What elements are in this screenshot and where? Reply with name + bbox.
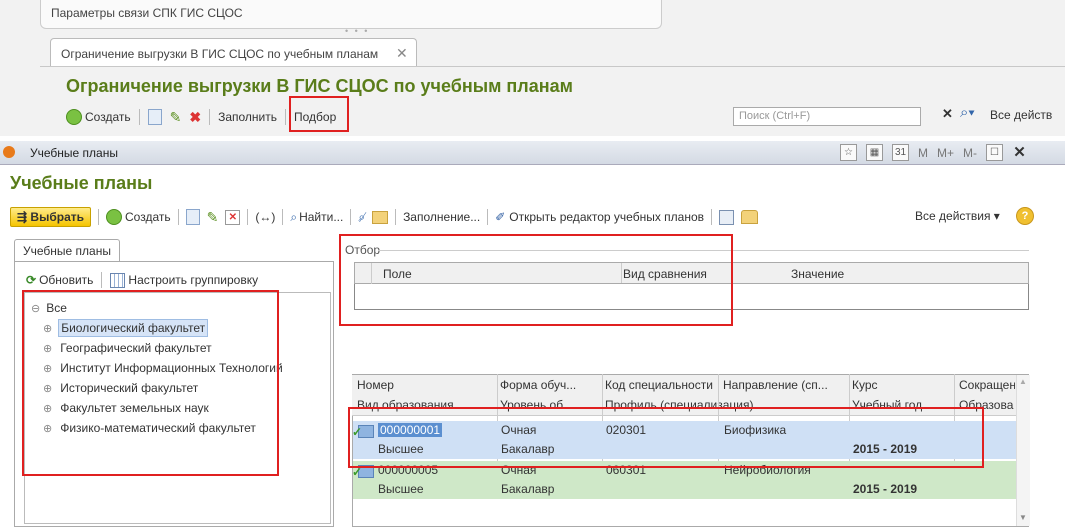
- scroll-up-icon[interactable]: ▲: [1019, 377, 1027, 386]
- col-number[interactable]: Номер: [357, 378, 497, 392]
- toolbar-separator: [98, 209, 99, 225]
- search-icon[interactable]: ⌕▾: [960, 104, 975, 121]
- strip-label: Параметры связи СПК ГИС СЦОС: [51, 6, 243, 20]
- toolbar-separator: [487, 209, 489, 225]
- calculator-icon[interactable]: ▦: [866, 144, 883, 161]
- tab-restriction[interactable]: Ограничение выгрузки В ГИС СЦОС по учебн…: [50, 38, 417, 67]
- col-course[interactable]: Курс: [852, 378, 948, 392]
- toolbar-separator: [209, 109, 211, 125]
- memory-minus-button[interactable]: M-: [963, 146, 977, 160]
- help-icon[interactable]: ?: [1016, 207, 1034, 225]
- left-toolbar: ⟳ Обновить Настроить группировку: [26, 272, 258, 288]
- link-icon[interactable]: (↔): [255, 210, 275, 224]
- col-spec-code[interactable]: Код специальности: [605, 378, 717, 392]
- close-icon[interactable]: ✕: [1012, 145, 1027, 160]
- cancel-search-icon[interactable]: ⌕̸: [358, 210, 365, 225]
- scrollbar[interactable]: ▲ ▼: [1016, 375, 1030, 526]
- splitter-handle[interactable]: • • •: [345, 26, 369, 36]
- refresh-button[interactable]: ⟳ Обновить: [26, 273, 93, 287]
- copy-icon[interactable]: [185, 209, 200, 225]
- refresh-label: Обновить: [39, 273, 94, 287]
- app-icon: [3, 146, 15, 158]
- find-label: Найти...: [299, 210, 344, 224]
- tab-study-plans[interactable]: Учебные планы: [14, 239, 120, 262]
- fill-button[interactable]: Заполнение...: [403, 210, 480, 224]
- modal-heading: Учебные планы: [10, 173, 153, 193]
- create-button[interactable]: Создать: [66, 109, 131, 125]
- add-icon: [106, 209, 122, 225]
- highlight-tree: [22, 290, 279, 476]
- cell-edu-type: Высшее: [378, 482, 424, 496]
- toolbar-separator: [177, 209, 179, 225]
- maximize-icon[interactable]: ☐: [986, 144, 1004, 161]
- highlight-filter: [339, 234, 733, 326]
- tab-label: Учебные планы: [23, 244, 111, 258]
- search-icon: ⌕: [290, 209, 298, 224]
- cell-year: 2015 - 2019: [853, 482, 918, 496]
- all-actions-button[interactable]: Все действия ▾: [915, 209, 1000, 223]
- select-icon: ⇶: [17, 210, 28, 224]
- clear-search-icon[interactable]: ✕: [942, 106, 953, 122]
- cell-level: Бакалавр: [501, 482, 555, 496]
- toolbar-separator: [711, 209, 713, 225]
- toolbar-separator: [395, 209, 397, 225]
- toolbar-separator: [285, 109, 286, 125]
- toolbar-separator: [101, 272, 103, 288]
- modal-toolbar: ⇶ Выбрать Создать ✎ ✕ (↔) ⌕ Найти... ⌕̸ …: [10, 205, 759, 229]
- highlight-pick: [289, 96, 349, 132]
- col-short[interactable]: Сокращен: [959, 378, 1015, 392]
- edit-icon[interactable]: ✎: [170, 109, 182, 126]
- open-editor-button[interactable]: ✐ Открыть редактор учебных планов: [495, 210, 704, 224]
- grouping-label: Настроить группировку: [128, 273, 259, 287]
- toolbar-separator: [282, 209, 284, 225]
- select-button[interactable]: ⇶ Выбрать: [10, 207, 91, 227]
- create-label: Создать: [125, 210, 171, 224]
- filter-col-value[interactable]: Значение: [791, 267, 844, 281]
- copy-icon[interactable]: [147, 109, 162, 125]
- calendar-icon[interactable]: 31: [892, 144, 909, 161]
- create-button[interactable]: Создать: [106, 209, 171, 225]
- memory-button[interactable]: M: [918, 146, 928, 160]
- page-title: Ограничение выгрузки В ГИС СЦОС по учебн…: [66, 76, 573, 96]
- tab-label: Ограничение выгрузки В ГИС СЦОС по учебн…: [61, 47, 379, 61]
- mark-delete-icon[interactable]: ✕: [225, 209, 241, 225]
- create-label: Создать: [85, 110, 131, 124]
- toolbar-separator: [350, 209, 352, 225]
- open-editor-label: Открыть редактор учебных планов: [509, 210, 705, 224]
- editor-icon: ✐: [495, 210, 506, 224]
- all-actions-button[interactable]: Все действ: [990, 108, 1052, 122]
- folder-open-icon[interactable]: [741, 210, 759, 224]
- close-icon[interactable]: ✕: [396, 45, 408, 62]
- window-controls: ☆ ▦ 31 M M+ M- ☐ ✕: [840, 144, 1027, 161]
- col-direction[interactable]: Направление (сп...: [723, 378, 849, 392]
- table-header-1: Номер Форма обуч... Код специальности На…: [352, 375, 1016, 396]
- find-button[interactable]: ⌕ Найти...: [290, 210, 343, 225]
- refresh-icon: ⟳: [26, 273, 37, 287]
- window-title: Учебные планы: [30, 146, 118, 160]
- memory-plus-button[interactable]: M+: [937, 146, 954, 160]
- toolbar-separator: [138, 109, 140, 125]
- col-form[interactable]: Форма обуч...: [500, 378, 590, 392]
- add-icon: [66, 109, 82, 125]
- search-input[interactable]: Поиск (Ctrl+F): [733, 107, 921, 126]
- grid-icon: [110, 272, 126, 288]
- favorite-icon[interactable]: ☆: [840, 144, 857, 161]
- background-strip: Параметры связи СПК ГИС СЦОС: [40, 0, 662, 29]
- report-icon[interactable]: [719, 209, 735, 225]
- divider: [40, 66, 1065, 67]
- table-row-sub[interactable]: Высшее Бакалавр 2015 - 2019: [353, 480, 1016, 499]
- highlight-table: [348, 407, 984, 468]
- fill-button[interactable]: Заполнить: [218, 110, 277, 124]
- select-label: Выбрать: [30, 210, 84, 224]
- toolbar-separator: [247, 209, 249, 225]
- scroll-down-icon[interactable]: ▼: [1019, 513, 1027, 522]
- edit-icon[interactable]: ✎: [207, 209, 219, 226]
- grouping-button[interactable]: Настроить группировку: [110, 272, 259, 288]
- delete-icon[interactable]: ✖: [189, 109, 201, 126]
- folder-icon[interactable]: [372, 210, 389, 224]
